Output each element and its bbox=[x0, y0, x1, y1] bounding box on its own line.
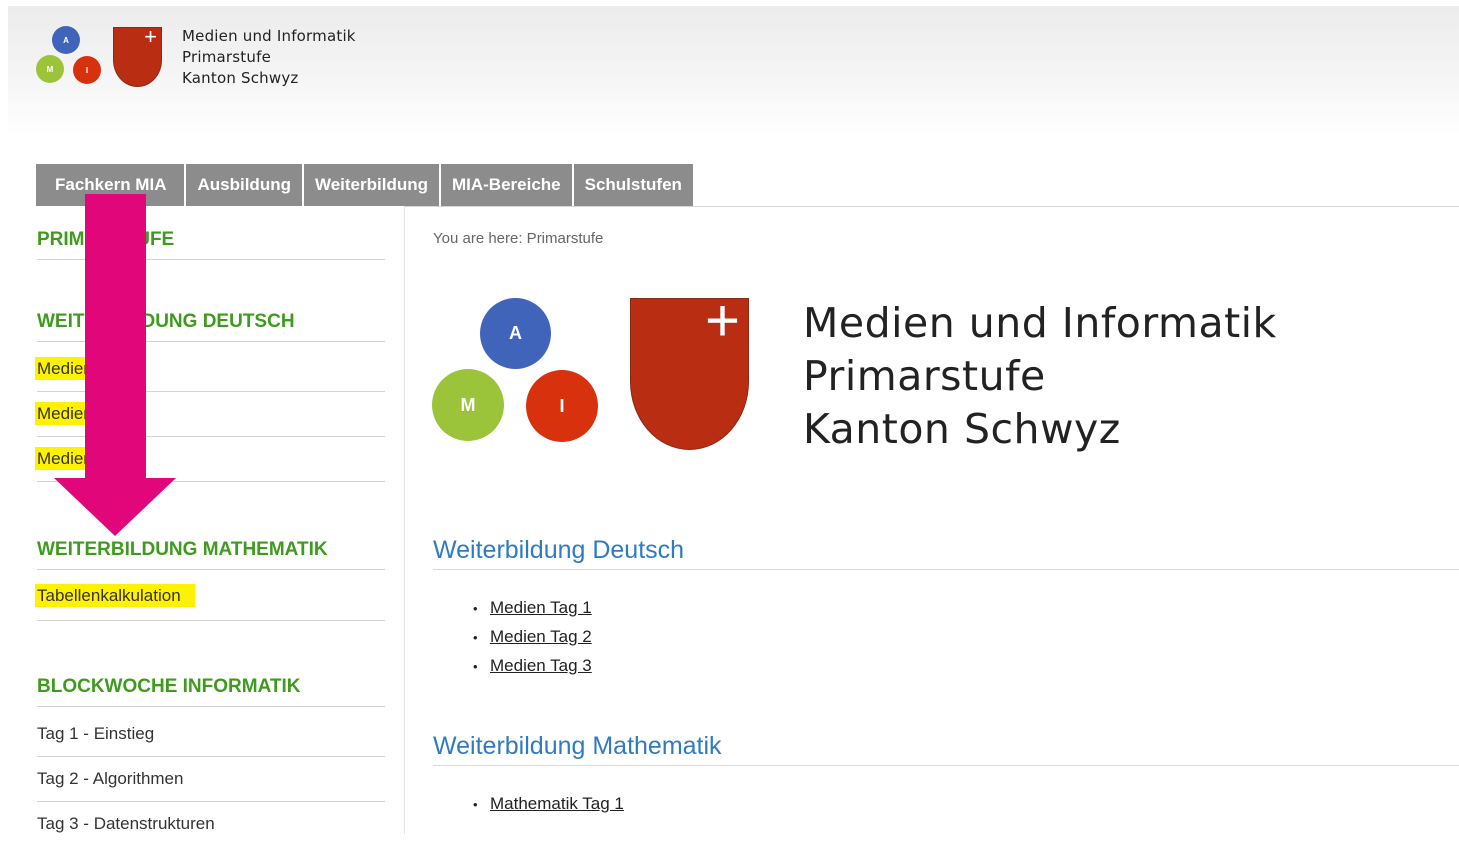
link-mathematik-tag-1[interactable]: Mathematik Tag 1 bbox=[490, 794, 624, 813]
link-medien-tag-1[interactable]: Medien Tag 1 bbox=[490, 598, 592, 617]
nav-tab-ausbildung[interactable]: Ausbildung bbox=[186, 164, 304, 206]
sidebar-divider bbox=[404, 206, 405, 834]
list-item: Medien Tag 3 bbox=[473, 652, 592, 681]
logo-circle-m: M bbox=[36, 55, 64, 83]
hero-logo-text: Medien und Informatik Primarstufe Kanton… bbox=[803, 299, 1277, 453]
logo-circle-i: I bbox=[73, 56, 101, 84]
shield-icon: + bbox=[113, 24, 162, 87]
sidebar-heading-weiterbildung-mathematik[interactable]: WEITERBILDUNG MATHEMATIK bbox=[37, 539, 385, 570]
logo-text-small: Medien und Informatik Primarstufe Kanton… bbox=[182, 27, 356, 87]
hero-circle-a: A bbox=[480, 298, 551, 369]
sidebar-item-tag-3[interactable]: Tag 3 - Datenstrukturen bbox=[37, 814, 385, 846]
list-item: Medien Tag 2 bbox=[473, 623, 592, 652]
sidebar-item-tag-2[interactable]: Tag 2 - Algorithmen bbox=[37, 769, 385, 802]
hero-shield-icon: + bbox=[630, 291, 749, 450]
link-medien-tag-3[interactable]: Medien Tag 3 bbox=[490, 656, 592, 675]
hero-cross-icon: + bbox=[704, 287, 740, 354]
link-list-mathematik: Mathematik Tag 1 bbox=[473, 790, 624, 819]
breadcrumb: You are here: Primarstufe bbox=[433, 230, 604, 247]
hero-circle-m: M bbox=[432, 369, 504, 441]
annotation-arrow-head bbox=[54, 478, 176, 536]
sidebar-item-tabellenkalkulation[interactable]: Tabellenkalkulation bbox=[35, 584, 385, 621]
annotation-arrow-shaft bbox=[85, 194, 146, 484]
nav-tab-mia-bereiche[interactable]: MIA-Bereiche bbox=[440, 164, 574, 206]
logo-circle-a: A bbox=[52, 26, 80, 54]
hero-circle-i: I bbox=[526, 370, 598, 442]
section-title-weiterbildung-deutsch: Weiterbildung Deutsch bbox=[433, 536, 1459, 570]
cross-icon: + bbox=[144, 24, 157, 49]
sidebar-heading-blockwoche-informatik[interactable]: BLOCKWOCHE INFORMATIK bbox=[37, 676, 385, 707]
sidebar-item-tag-1[interactable]: Tag 1 - Einstieg bbox=[37, 724, 385, 757]
nav-divider bbox=[404, 206, 1459, 207]
list-item: Mathematik Tag 1 bbox=[473, 790, 624, 819]
nav-tab-weiterbildung[interactable]: Weiterbildung bbox=[303, 164, 441, 206]
link-list-deutsch: Medien Tag 1 Medien Tag 2 Medien Tag 3 bbox=[473, 594, 592, 681]
list-item: Medien Tag 1 bbox=[473, 594, 592, 623]
link-medien-tag-2[interactable]: Medien Tag 2 bbox=[490, 627, 592, 646]
section-title-weiterbildung-mathematik: Weiterbildung Mathematik bbox=[433, 732, 1459, 766]
nav-tab-schulstufen[interactable]: Schulstufen bbox=[573, 164, 693, 206]
